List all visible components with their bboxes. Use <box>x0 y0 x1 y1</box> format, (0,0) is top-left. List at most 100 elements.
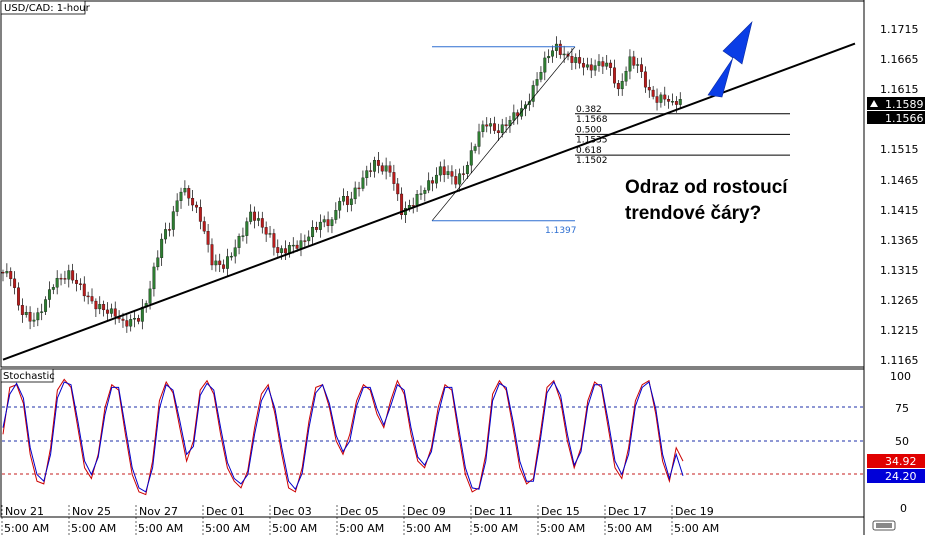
candle-body <box>655 96 659 103</box>
candle-body <box>78 283 82 285</box>
candle-body <box>109 308 113 314</box>
date-tick-label: Dec 17 <box>608 505 647 518</box>
candle-body <box>369 170 373 172</box>
candle-body <box>44 299 48 312</box>
current-price-label: 1.1589 <box>885 98 924 111</box>
price-chart-title: USD/CAD: 1-hour <box>4 3 91 14</box>
candle-body <box>284 248 287 254</box>
candle-body <box>431 180 435 184</box>
time-tick-label: 5:00 AM <box>540 522 585 535</box>
candle-body <box>113 308 117 317</box>
time-tick-label: 5:00 AM <box>138 522 183 535</box>
candle-body <box>446 171 450 175</box>
chart-svg: USD/CAD: 1-hour Stochastic 1.1715 1.1665… <box>0 0 925 535</box>
time-tick-label: 5:00 AM <box>406 522 451 535</box>
price-tick-label: 1.1265 <box>880 294 919 307</box>
candle-body <box>55 277 59 288</box>
candle-body <box>613 67 616 84</box>
candle-body <box>291 244 295 247</box>
candle-body <box>678 99 682 105</box>
candle-body <box>473 146 477 151</box>
candle-body <box>601 61 605 67</box>
candle-body <box>51 287 55 290</box>
time-tick-label: 5:00 AM <box>4 522 49 535</box>
candle-body <box>632 56 636 66</box>
candle-body <box>384 165 388 172</box>
candle-body <box>434 174 438 184</box>
candle-body <box>156 257 160 268</box>
candle-body <box>191 198 195 206</box>
candle-body <box>380 165 384 172</box>
candle-body <box>535 79 539 86</box>
price-y-axis: 1.1715 1.1665 1.1615 1.1565 1.1515 1.146… <box>880 23 919 367</box>
candle-body <box>616 83 620 90</box>
candle-body <box>562 53 566 56</box>
candle-body <box>125 320 129 327</box>
date-tick-label: Nov 27 <box>139 505 178 518</box>
candle-body <box>582 63 585 68</box>
candle-body <box>253 211 256 221</box>
candle-body <box>187 188 191 199</box>
candle-body <box>5 271 9 274</box>
candle-body <box>423 190 427 194</box>
scroll-toggle-icon-inner <box>876 523 892 528</box>
candle-body <box>20 305 24 315</box>
candle-body <box>276 247 280 253</box>
candle-body <box>326 219 330 226</box>
candle-body <box>438 166 442 176</box>
candle-body <box>419 193 423 195</box>
candle-body <box>287 245 291 254</box>
candle-body <box>210 244 214 266</box>
stochastic-y-axis: 100 75 50 25 0 <box>890 370 911 515</box>
fib-ratio-label: 0.500 <box>576 125 602 135</box>
date-tick-label: Dec 11 <box>474 505 513 518</box>
candle-body <box>315 226 318 230</box>
time-tick-label: 5:00 AM <box>272 522 317 535</box>
time-tick-label: 5:00 AM <box>71 522 116 535</box>
candle-body <box>469 150 473 166</box>
candle-body <box>411 205 415 207</box>
candle-body <box>578 57 582 64</box>
candle-body <box>570 56 574 63</box>
candle-body <box>86 295 90 298</box>
candle-body <box>303 240 307 242</box>
candle-body <box>342 196 346 202</box>
candle-body <box>106 309 109 314</box>
candle-body <box>179 191 183 201</box>
candle-body <box>40 311 44 313</box>
candle-body <box>353 187 357 200</box>
candle-body <box>175 200 179 212</box>
candle-body <box>585 64 589 68</box>
candle-body <box>667 99 671 102</box>
candle-body <box>465 165 469 175</box>
candle-body <box>17 287 20 306</box>
fib-ratio-label: 0.382 <box>576 105 602 115</box>
candle-body <box>597 61 601 66</box>
fib-low-price-label: 1.1397 <box>545 226 577 236</box>
price-tick-label: 1.1665 <box>880 53 919 66</box>
stochastic-d-value: 24.20 <box>885 470 917 483</box>
candle-body <box>229 255 233 258</box>
candle-body <box>547 56 551 59</box>
candle-body <box>512 112 516 121</box>
candle-body <box>167 229 171 231</box>
candle-body <box>75 279 78 284</box>
candle-body <box>454 176 458 185</box>
candle-body <box>349 198 353 205</box>
date-tick-label: Nov 21 <box>5 505 44 518</box>
candle-body <box>164 229 167 240</box>
candle-body <box>481 124 485 132</box>
stochastic-tick-label: 100 <box>890 370 911 383</box>
price-tick-label: 1.1215 <box>880 324 919 337</box>
candle-body <box>133 318 137 320</box>
date-tick-label: Nov 25 <box>72 505 111 518</box>
candle-body <box>376 159 380 166</box>
fib-price-label: 1.1502 <box>576 156 608 166</box>
candle-body <box>539 72 543 80</box>
candle-body <box>330 219 334 226</box>
candle-body <box>442 166 446 175</box>
candle-body <box>345 196 349 205</box>
stochastic-tick-label: 75 <box>895 402 909 415</box>
candle-body <box>493 123 496 131</box>
candle-body <box>489 123 493 127</box>
